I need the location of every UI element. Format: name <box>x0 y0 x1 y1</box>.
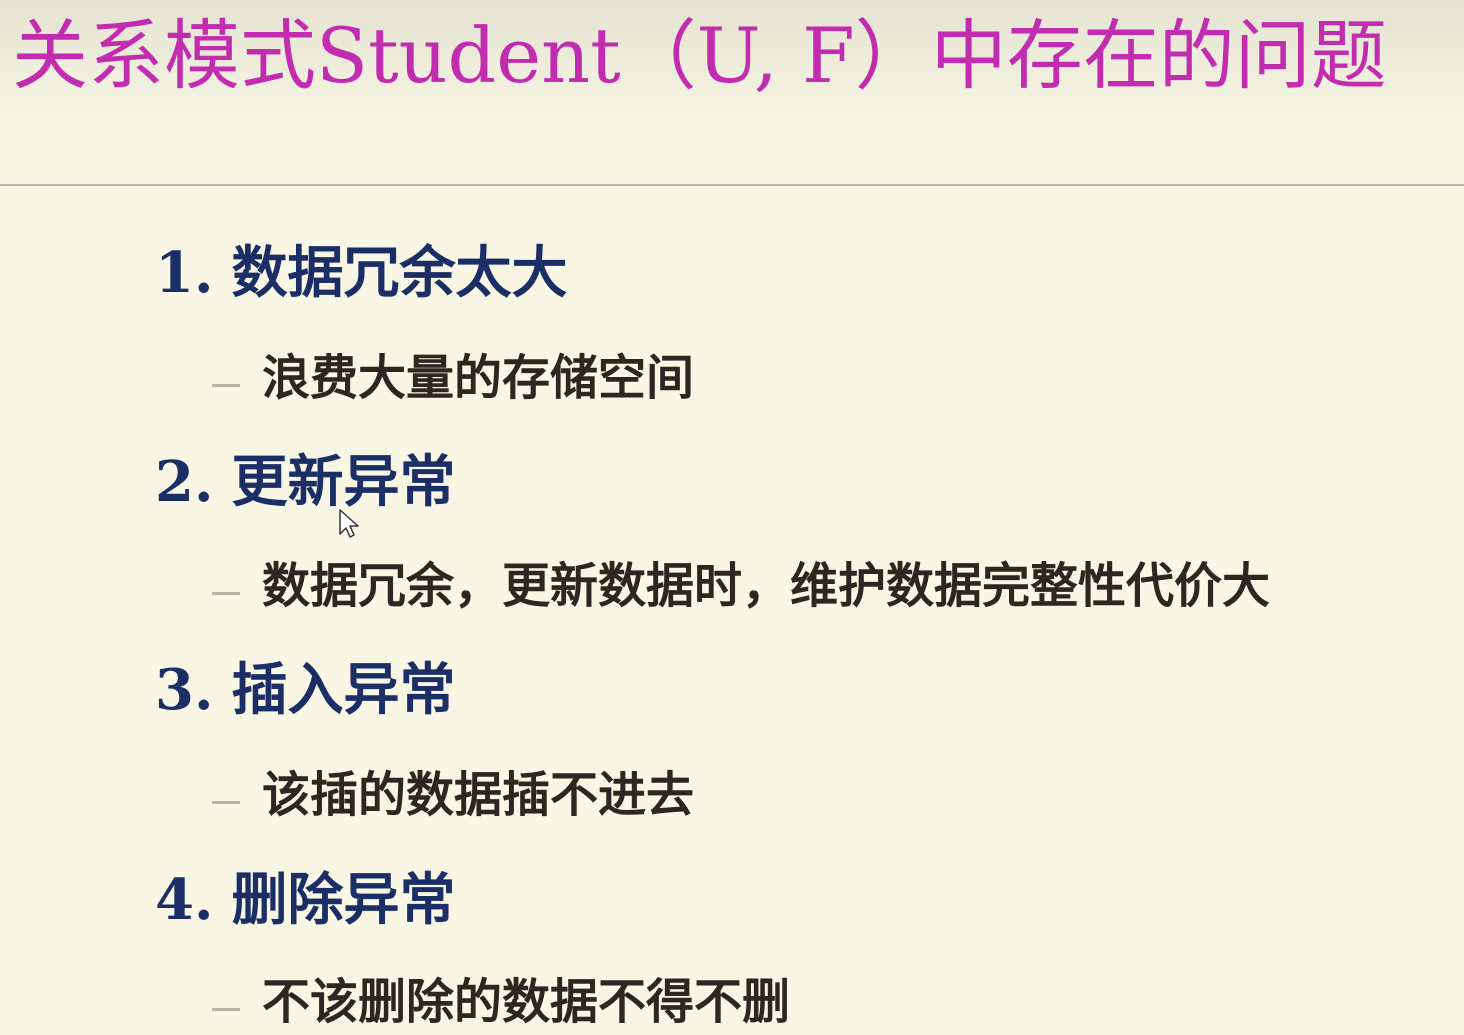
item-heading: 删除异常 <box>231 867 456 933</box>
item-number: 2. <box>155 449 214 515</box>
item-number: 3. <box>155 657 214 723</box>
dash-bullet-icon <box>212 1008 240 1011</box>
list-item-4: 4. 删除异常 <box>155 865 455 935</box>
mouse-pointer-icon <box>339 509 359 538</box>
item-number: 4. <box>155 867 214 933</box>
sub-item-3: 该插的数据插不进去 <box>212 765 694 825</box>
sub-item-4: 不该删除的数据不得不删 <box>212 972 790 1032</box>
sub-item-text: 不该删除的数据不得不删 <box>262 974 791 1030</box>
item-heading: 数据冗余太大 <box>231 240 568 306</box>
item-number: 1. <box>155 240 214 306</box>
item-heading: 插入异常 <box>231 657 456 723</box>
dash-bullet-icon <box>212 801 240 804</box>
title-divider <box>0 184 1464 186</box>
dash-bullet-icon <box>212 592 240 595</box>
sub-item-1: 浪费大量的存储空间 <box>212 348 694 408</box>
slide-title: 关系模式Student（U, F）中存在的问题 <box>12 11 1387 100</box>
sub-item-text: 数据冗余，更新数据时，维护数据完整性代价大 <box>262 558 1271 614</box>
sub-item-text: 浪费大量的存储空间 <box>262 350 695 406</box>
list-item-3: 3. 插入异常 <box>155 655 455 725</box>
list-item-2: 2. 更新异常 <box>155 447 455 517</box>
item-heading: 更新异常 <box>231 449 456 515</box>
slide: 关系模式Student（U, F）中存在的问题 1. 数据冗余太大 浪费大量的存储… <box>0 0 1464 1035</box>
sub-item-2: 数据冗余，更新数据时，维护数据完整性代价大 <box>212 556 1270 616</box>
dash-bullet-icon <box>212 384 240 387</box>
sub-item-text: 该插的数据插不进去 <box>262 767 695 823</box>
list-item-1: 1. 数据冗余太大 <box>155 238 567 308</box>
